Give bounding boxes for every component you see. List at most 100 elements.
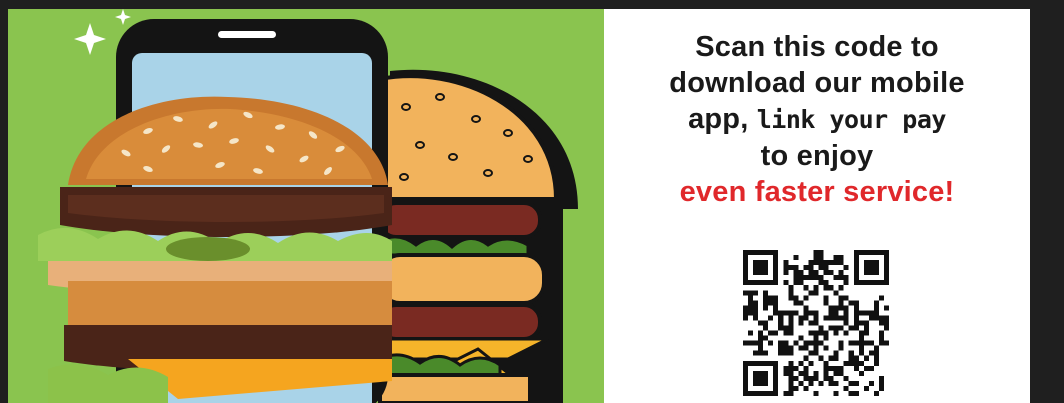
qr-module	[878, 385, 884, 391]
qr-module	[758, 375, 764, 381]
qr-module	[868, 280, 874, 286]
qr-module	[873, 315, 879, 321]
qr-module	[803, 345, 809, 351]
qr-module	[743, 310, 749, 316]
qr-module	[788, 375, 794, 381]
qr-module	[808, 350, 814, 356]
qr-module	[803, 370, 809, 376]
qr-module	[863, 355, 869, 361]
qr-module	[743, 255, 749, 261]
qr-module	[808, 380, 814, 386]
qr-module	[833, 325, 839, 331]
qr-module	[848, 300, 854, 306]
qr-module	[753, 360, 759, 366]
qr-module	[828, 260, 834, 266]
qr-module	[808, 340, 814, 346]
qr-module	[793, 295, 799, 301]
message-line: to enjoy	[760, 140, 874, 172]
qr-module	[758, 370, 764, 376]
qr-module	[833, 370, 839, 376]
qr-module	[878, 280, 884, 286]
qr-module	[743, 260, 749, 266]
qr-module	[743, 360, 749, 366]
qr-module	[798, 315, 804, 321]
qr-module	[773, 385, 779, 391]
qr-module	[823, 260, 829, 266]
qr-module	[763, 360, 769, 366]
qr-module	[838, 295, 844, 301]
qr-module	[848, 390, 854, 396]
qr-module	[873, 310, 879, 316]
qr-module	[813, 270, 819, 276]
qr-module	[768, 295, 774, 301]
qr-module	[883, 305, 889, 311]
qr-module	[743, 280, 749, 286]
qr-module	[743, 315, 749, 321]
qr-module	[838, 365, 844, 371]
qr-module	[873, 355, 879, 361]
qr-module	[878, 320, 884, 326]
qr-module	[823, 360, 829, 366]
qr-module	[828, 305, 834, 311]
qr-module	[873, 390, 879, 396]
qr-module	[853, 340, 859, 346]
qr-module	[853, 390, 859, 396]
qr-module	[788, 360, 794, 366]
qr-module	[783, 370, 789, 376]
qr-module	[818, 355, 824, 361]
qr-module	[758, 270, 764, 276]
qr-module	[818, 280, 824, 286]
qr-module	[753, 260, 759, 266]
qr-module	[748, 305, 754, 311]
qr-module	[798, 360, 804, 366]
message-line-app: app, link your pay	[604, 101, 1030, 138]
qr-module	[778, 320, 784, 326]
qr-module	[853, 380, 859, 386]
qr-module	[883, 325, 889, 331]
qr-module	[868, 315, 874, 321]
qr-module	[828, 310, 834, 316]
qr-module	[793, 255, 799, 261]
qr-module	[758, 380, 764, 386]
qr-module	[763, 300, 769, 306]
qr-module	[833, 260, 839, 266]
qr-module	[743, 380, 749, 386]
qr-module	[823, 335, 829, 341]
qr-module	[773, 330, 779, 336]
qr-module	[788, 350, 794, 356]
qr-module	[878, 335, 884, 341]
qr-module	[758, 250, 764, 256]
qr-module	[823, 345, 829, 351]
qr-module	[788, 385, 794, 391]
qr-module	[768, 250, 774, 256]
qr-module	[843, 295, 849, 301]
qr-code[interactable]	[742, 250, 890, 396]
qr-module	[773, 305, 779, 311]
qr-module	[768, 390, 774, 396]
qr-module	[753, 340, 759, 346]
qr-module	[863, 320, 869, 326]
qr-module	[803, 310, 809, 316]
qr-module	[753, 375, 759, 381]
qr-module	[843, 375, 849, 381]
qr-module	[748, 310, 754, 316]
qr-module	[763, 375, 769, 381]
qr-module	[783, 340, 789, 346]
qr-module	[843, 275, 849, 281]
qr-module	[813, 310, 819, 316]
qr-module	[758, 390, 764, 396]
qr-module	[813, 250, 819, 256]
qr-module	[848, 350, 854, 356]
qr-module	[883, 320, 889, 326]
qr-module	[803, 275, 809, 281]
qr-module	[778, 350, 784, 356]
qr-module	[753, 250, 759, 256]
qr-module	[813, 345, 819, 351]
qr-module	[863, 260, 869, 266]
qr-module	[868, 310, 874, 316]
qr-module	[843, 305, 849, 311]
link-your-pay-text: link your pay	[756, 105, 947, 134]
qr-module	[873, 270, 879, 276]
qr-module	[823, 370, 829, 376]
qr-module	[793, 300, 799, 306]
